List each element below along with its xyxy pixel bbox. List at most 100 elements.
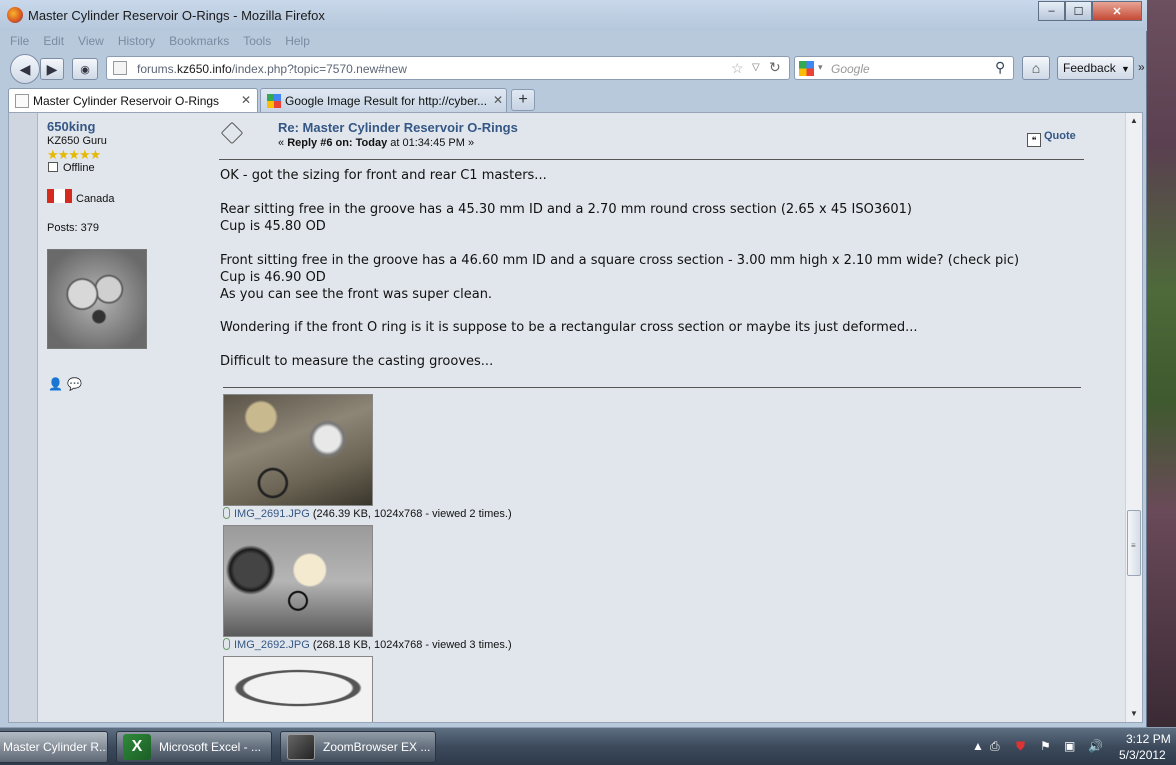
close-tab-icon[interactable]: ✕ — [241, 93, 251, 107]
offline-status-icon — [48, 162, 58, 172]
page-icon — [15, 94, 29, 108]
navigation-toolbar: ◀ ▶ ◉ forums.kz650.info/index.php?topic=… — [0, 52, 1147, 84]
taskbar-label: Microsoft Excel - ... — [159, 740, 262, 754]
globe-icon: ◉ — [80, 63, 90, 76]
attachment-caption: IMG_2691.JPG (246.39 KB, 1024x768 - view… — [223, 507, 512, 520]
clock-date[interactable]: 5/3/2012 — [1119, 748, 1166, 762]
search-bar[interactable]: ▾ Google ⚲ — [794, 56, 1014, 80]
forward-button[interactable]: ▶ — [40, 58, 64, 80]
scroll-down-icon[interactable]: ▼ — [1126, 706, 1142, 722]
profile-icon[interactable]: 👤 — [48, 377, 63, 391]
toolbar-overflow-icon[interactable]: » — [1138, 60, 1145, 74]
google-icon[interactable] — [799, 61, 814, 76]
back-button[interactable]: ◀ — [10, 54, 40, 84]
tab-bar: Master Cylinder Reservoir O-Rings ✕ Goog… — [0, 86, 1147, 112]
page-content: 650king KZ650 Guru ★★★★★ Offline Canada … — [8, 112, 1143, 723]
address-bar[interactable]: forums.kz650.info/index.php?topic=7570.n… — [106, 56, 790, 80]
reload-icon[interactable]: ↻ — [769, 59, 781, 76]
window-title: Master Cylinder Reservoir O-Rings - Mozi… — [28, 8, 325, 23]
desktop-background — [1146, 0, 1176, 728]
url-path: /index.php?topic=7570.new#new — [231, 62, 407, 76]
vertical-scrollbar[interactable]: ▲ ≡ ▼ — [1125, 113, 1142, 722]
quote-button[interactable]: Quote — [1044, 130, 1076, 142]
taskbar-label: Master Cylinder R... — [3, 740, 108, 754]
post-subject-link[interactable]: Re: Master Cylinder Reservoir O-Rings — [278, 120, 518, 135]
reply-time: at 01:34:45 PM » — [387, 137, 475, 149]
maximize-button[interactable]: ☐ — [1065, 1, 1092, 21]
network-icon[interactable]: ▣ — [1064, 739, 1075, 753]
menu-bar: File Edit View History Bookmarks Tools H… — [0, 31, 1147, 51]
poster-info: 650king KZ650 Guru ★★★★★ Offline Canada … — [38, 113, 218, 722]
device-icon[interactable]: ⎙ — [990, 739, 1000, 754]
menu-history[interactable]: History — [118, 31, 155, 51]
taskbar-zoombrowser[interactable]: ZoomBrowser EX ... — [280, 731, 436, 763]
close-tab-icon[interactable]: ✕ — [493, 93, 503, 107]
show-hidden-icons-icon[interactable]: ▲ — [972, 739, 984, 753]
scroll-up-icon[interactable]: ▲ — [1126, 113, 1142, 129]
page-margin — [9, 113, 38, 722]
google-icon — [267, 94, 281, 108]
volume-icon[interactable]: 🔊 — [1088, 739, 1103, 753]
taskbar-label: ZoomBrowser EX ... — [323, 740, 431, 754]
post-icon — [220, 121, 244, 145]
post-body-line: Cup is 46.90 OD — [220, 270, 326, 285]
attachment-link[interactable]: IMG_2691.JPG — [234, 508, 310, 520]
window-controls: – ☐ ✕ — [1038, 1, 1143, 21]
rank-stars-icon: ★★★★★ — [47, 147, 101, 162]
engine-dropdown-icon[interactable]: ▾ — [818, 62, 823, 73]
attachment-thumbnail[interactable] — [223, 394, 373, 506]
tab-master-cylinder[interactable]: Master Cylinder Reservoir O-Rings ✕ — [8, 88, 258, 112]
clock-time[interactable]: 3:12 PM — [1126, 732, 1171, 746]
menu-help[interactable]: Help — [285, 31, 310, 51]
menu-edit[interactable]: Edit — [43, 31, 64, 51]
windows-taskbar: Master Cylinder R... X Microsoft Excel - … — [0, 727, 1176, 765]
tab-label: Master Cylinder Reservoir O-Rings — [33, 94, 220, 108]
camera-icon — [287, 734, 315, 760]
menu-file[interactable]: File — [10, 31, 29, 51]
action-center-flag-icon[interactable]: ⚑ — [1040, 739, 1051, 753]
menu-view[interactable]: View — [78, 31, 104, 51]
forward-arrow-icon: ▶ — [46, 60, 58, 77]
system-tray: ▲ ⎙ ⛊ ⚑ ▣ 🔊 3:12 PM 5/3/2012 — [968, 728, 1176, 765]
menu-bookmarks[interactable]: Bookmarks — [169, 31, 229, 51]
quote-icon[interactable]: ❝ — [1027, 133, 1041, 147]
attachment-thumbnail[interactable] — [223, 656, 373, 722]
url-host: kz650.info — [177, 62, 232, 76]
tab-google-image[interactable]: Google Image Result for http://cyber... … — [260, 88, 507, 112]
post-body-line: Difficult to measure the casting grooves… — [220, 354, 494, 369]
attachments-divider — [223, 387, 1081, 388]
attachment-thumbnail[interactable] — [223, 525, 373, 637]
url-prefix: forums. — [137, 62, 178, 76]
minimize-button[interactable]: – — [1038, 1, 1065, 21]
reply-day: Today — [355, 137, 388, 149]
menu-tools[interactable]: Tools — [243, 31, 271, 51]
scroll-thumb[interactable]: ≡ — [1127, 510, 1141, 576]
home-icon: ⌂ — [1031, 60, 1041, 76]
chevron-down-icon: ▼ — [1121, 64, 1130, 74]
bookmark-star-icon[interactable]: ☆ — [731, 60, 744, 77]
home-button[interactable]: ⌂ — [1022, 56, 1050, 80]
back-arrow-icon: ◀ — [19, 60, 31, 77]
feedback-label: Feedback — [1063, 61, 1116, 75]
close-window-button[interactable]: ✕ — [1092, 1, 1142, 21]
attachment-link[interactable]: IMG_2692.JPG — [234, 639, 310, 651]
tab-label: Google Image Result for http://cyber... — [285, 94, 488, 108]
feedback-button[interactable]: Feedback ▼ — [1057, 56, 1134, 80]
site-identity-button[interactable]: ◉ — [72, 58, 98, 80]
url-text[interactable]: forums.kz650.info/index.php?topic=7570.n… — [137, 62, 407, 76]
personal-message-icon[interactable]: 💬 — [67, 377, 82, 391]
taskbar-excel[interactable]: X Microsoft Excel - ... — [116, 731, 272, 763]
forum-post: Re: Master Cylinder Reservoir O-Rings « … — [219, 113, 1119, 722]
meta-prefix: « — [278, 137, 288, 149]
search-placeholder[interactable]: Google — [831, 62, 870, 76]
firefox-icon — [7, 7, 23, 23]
history-dropdown-icon[interactable]: ▽ — [752, 62, 760, 73]
search-icon[interactable]: ⚲ — [995, 59, 1005, 76]
new-tab-button[interactable]: + — [511, 89, 535, 111]
attachment-caption: IMG_2692.JPG (268.18 KB, 1024x768 - view… — [223, 638, 512, 651]
page-icon — [113, 61, 127, 75]
taskbar-firefox[interactable]: Master Cylinder R... — [0, 731, 108, 763]
avatar — [47, 249, 147, 349]
mcafee-icon[interactable]: ⛊ — [1016, 739, 1025, 754]
poster-name-link[interactable]: 650king — [47, 119, 95, 134]
